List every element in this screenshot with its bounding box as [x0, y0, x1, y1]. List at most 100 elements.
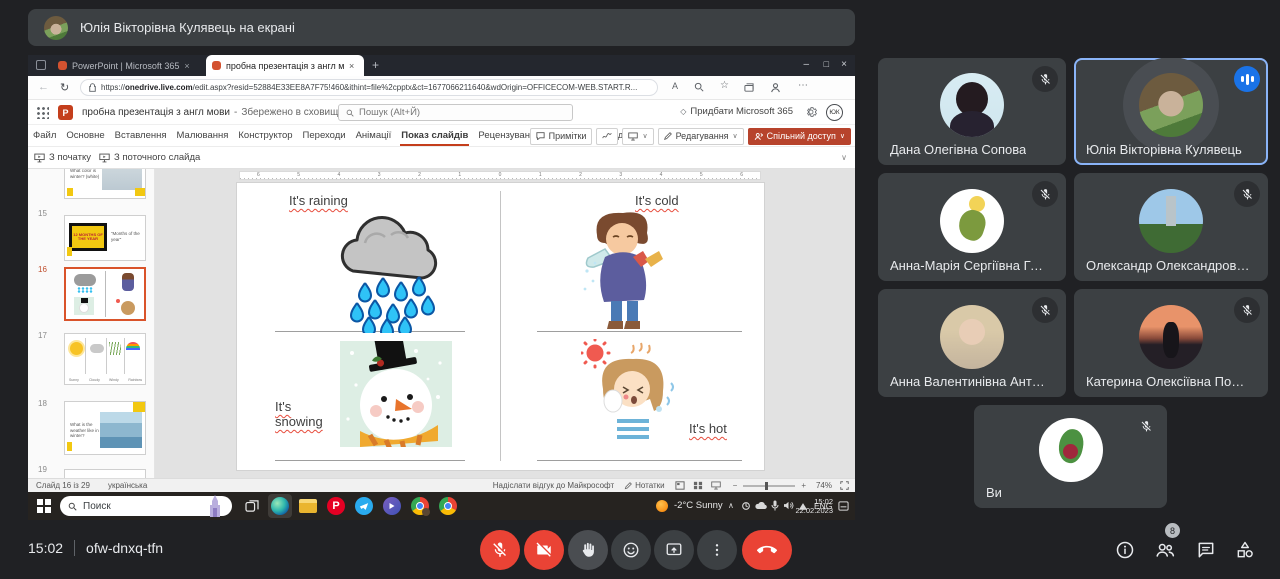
label-its-hot[interactable]: It's hot	[689, 421, 727, 436]
profile-icon[interactable]	[770, 82, 781, 96]
taskbar-search-input[interactable]: Поиск	[60, 496, 232, 516]
participant-tile[interactable]: Катерина Олексіївна Попо...	[1074, 289, 1268, 397]
thumb-slide-17[interactable]: Sunny Cloudy Windy Rainbow	[64, 333, 146, 385]
gear-icon[interactable]	[805, 106, 817, 121]
tray-speaker-icon[interactable]	[783, 501, 794, 510]
read-aloud-icon[interactable]: A	[672, 81, 678, 91]
slide-canvas[interactable]: It's raining It's cold It's snowing It's…	[237, 183, 764, 470]
collapse-ribbon-icon[interactable]: ∨	[841, 153, 847, 162]
maximize-window-icon[interactable]: □	[824, 59, 829, 69]
tray-mic-icon[interactable]	[771, 500, 779, 511]
normal-view-icon[interactable]	[675, 481, 685, 490]
tray-chevron-icon[interactable]: ∧	[728, 501, 734, 510]
zoom-icon[interactable]	[694, 82, 704, 95]
clock-tray[interactable]: 15:02 22.02.2023	[795, 497, 833, 516]
participants-button[interactable]	[1153, 538, 1177, 562]
participant-tile[interactable]: Анна Валентинівна Антипо...	[878, 289, 1066, 397]
thumb-slide-18[interactable]: What is the weather like in winter?	[64, 401, 146, 455]
tab-insert[interactable]: Вставлення	[110, 125, 172, 146]
mic-toggle-button[interactable]	[480, 530, 520, 570]
from-current-button[interactable]: З поточного слайда	[99, 152, 200, 163]
browser-tab-active[interactable]: пробна презентація з англ мов ×	[206, 55, 364, 76]
label-its-snowing[interactable]: It's snowing	[275, 399, 323, 429]
zoom-level[interactable]: 74%	[816, 481, 832, 490]
language-status[interactable]: українська	[108, 481, 147, 490]
telegram-icon[interactable]	[352, 494, 376, 518]
edge-icon[interactable]	[268, 494, 292, 518]
tab-close-icon[interactable]: ×	[349, 61, 354, 71]
movies-tv-icon[interactable]	[380, 494, 404, 518]
app-launcher-icon[interactable]	[36, 106, 49, 119]
meeting-details-button[interactable]	[1113, 538, 1137, 562]
screen-share[interactable]: PowerPoint | Microsoft 365 × пробна през…	[28, 55, 855, 520]
close-window-icon[interactable]: ×	[841, 59, 847, 70]
present-now-button[interactable]	[654, 530, 694, 570]
reactions-button[interactable]	[611, 530, 651, 570]
camera-toggle-button[interactable]	[524, 530, 564, 570]
ppt-search-input[interactable]: Пошук (Alt+Й)	[338, 104, 573, 121]
end-call-button[interactable]	[742, 530, 792, 570]
tab-slideshow[interactable]: Показ слайдів	[396, 125, 473, 146]
account-avatar[interactable]: ЮК	[826, 104, 843, 121]
feedback-link[interactable]: Надіслати відгук до Майкрософт	[493, 481, 614, 490]
tray-sync-icon[interactable]	[741, 501, 751, 511]
activities-button[interactable]	[1233, 538, 1257, 562]
chrome-profile-icon[interactable]	[408, 494, 432, 518]
weather-icon[interactable]	[656, 500, 668, 512]
notification-center-icon[interactable]	[838, 501, 849, 511]
minimize-window-icon[interactable]: –	[803, 59, 809, 70]
thumb-slide-15[interactable]: 12 MONTHS OF THE YEAR “Months of the yea…	[64, 215, 146, 261]
zoom-out-icon[interactable]: −	[733, 481, 738, 490]
tab-home[interactable]: Основне	[61, 125, 109, 146]
share-button[interactable]: Спільний доступ ∨	[748, 128, 851, 145]
slide-thumbnail-pane[interactable]: What color is winter? (white) 15 12 MONT…	[28, 169, 155, 478]
notes-toggle[interactable]: Нотатки	[624, 481, 665, 490]
thumb-slide-19[interactable]	[64, 469, 146, 478]
powerpoint-logo[interactable]: P	[58, 105, 73, 120]
favorites-star-icon[interactable]: ☆	[720, 80, 729, 91]
start-button[interactable]	[32, 494, 56, 518]
chrome-icon[interactable]	[436, 494, 460, 518]
tab-transitions[interactable]: Переходи	[298, 125, 351, 146]
tab-close-icon[interactable]: ×	[184, 61, 189, 71]
tab-animations[interactable]: Анімації	[351, 125, 397, 146]
file-explorer-icon[interactable]	[296, 494, 320, 518]
weather-text[interactable]: -2°C Sunny	[674, 500, 723, 511]
thumb-slide-14[interactable]: What color is winter? (white)	[64, 169, 146, 199]
participant-tile[interactable]: Дана Олегівна Сопова	[878, 58, 1066, 165]
label-its-raining[interactable]: It's raining	[289, 193, 348, 208]
tab-draw[interactable]: Малювання	[172, 125, 234, 146]
ink-button[interactable]	[596, 128, 618, 145]
participant-tile-speaking[interactable]: Юлія Вікторівна Кулявець	[1074, 58, 1268, 165]
slideshow-view-icon[interactable]	[711, 481, 721, 490]
zoom-in-icon[interactable]: +	[801, 481, 806, 490]
from-start-button[interactable]: З початку	[34, 152, 91, 163]
pinterest-icon[interactable]: P	[324, 494, 348, 518]
refresh-icon[interactable]: ↻	[60, 81, 69, 94]
participant-tile[interactable]: Олександр Олександрови...	[1074, 173, 1268, 281]
tab-design[interactable]: Конструктор	[233, 125, 297, 146]
tab-file[interactable]: Файл	[28, 125, 61, 146]
workspaces-icon[interactable]	[36, 60, 46, 70]
grid-view-icon[interactable]	[693, 481, 703, 490]
fit-slide-icon[interactable]	[840, 481, 849, 490]
url-field[interactable]: https://onedrive.live.com/edit.aspx?resi…	[80, 79, 658, 96]
raise-hand-button[interactable]	[568, 530, 608, 570]
participant-tile[interactable]: Анна-Марія Сергіївна Гайд...	[878, 173, 1066, 281]
self-tile[interactable]: Ви	[974, 405, 1167, 508]
browser-menu-icon[interactable]: ⋯	[798, 80, 808, 91]
zoom-slider[interactable]	[743, 485, 795, 487]
tray-onedrive-icon[interactable]	[755, 502, 767, 510]
new-tab-button[interactable]: +	[372, 58, 379, 72]
more-options-button[interactable]	[697, 530, 737, 570]
back-icon[interactable]: ←	[38, 81, 49, 93]
task-view-icon[interactable]	[240, 494, 264, 518]
browser-tab-inactive[interactable]: PowerPoint | Microsoft 365 ×	[52, 55, 204, 76]
chat-button[interactable]	[1194, 538, 1218, 562]
present-button[interactable]: ∨	[622, 128, 653, 145]
comments-button[interactable]: Примітки	[530, 128, 593, 145]
buy-microsoft365[interactable]: ◇ Придбати Microsoft 365	[680, 106, 793, 117]
collections-icon[interactable]	[744, 83, 754, 95]
editing-mode-button[interactable]: Редагування ∨	[658, 128, 744, 145]
thumb-slide-16-selected[interactable]	[64, 267, 146, 321]
